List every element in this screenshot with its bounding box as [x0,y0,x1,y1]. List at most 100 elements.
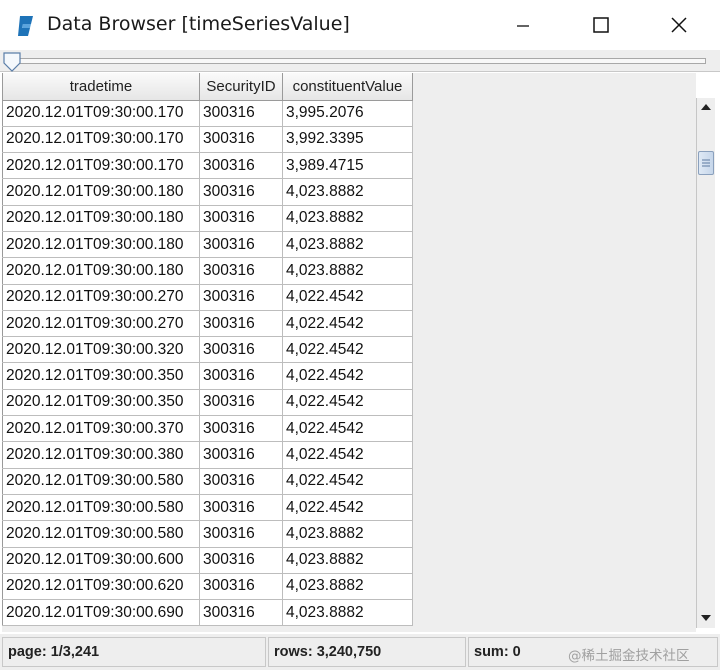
cell-tradetime[interactable]: 2020.12.01T09:30:00.180 [2,257,200,285]
cell-constituentvalue[interactable]: 4,022.4542 [282,468,413,495]
cell-securityid[interactable]: 300316 [199,231,283,259]
cell-tradetime[interactable]: 2020.12.01T09:30:00.380 [2,441,200,469]
cell-securityid[interactable]: 300316 [199,152,283,180]
cell-securityid[interactable]: 300316 [199,520,283,548]
title-bar[interactable]: Data Browser [timeSeriesValue] [0,0,720,50]
cell-securityid[interactable]: 300316 [199,310,283,338]
table-row[interactable]: 2020.12.01T09:30:00.690 300316 4,023.8882 [2,599,413,627]
cell-tradetime[interactable]: 2020.12.01T09:30:00.180 [2,178,200,206]
table-row[interactable]: 2020.12.01T09:30:00.270 300316 4,022.4542 [2,310,413,338]
table-row[interactable]: 2020.12.01T09:30:00.350 300316 4,022.4542 [2,362,413,390]
cell-tradetime[interactable]: 2020.12.01T09:30:00.180 [2,231,200,259]
cell-constituentvalue[interactable]: 4,022.4542 [282,336,413,364]
cell-constituentvalue[interactable]: 4,023.8882 [282,599,413,627]
cell-securityid[interactable]: 300316 [199,126,283,154]
table-row[interactable]: 2020.12.01T09:30:00.620 300316 4,023.8882 [2,573,413,601]
cell-constituentvalue[interactable]: 4,022.4542 [282,389,413,417]
cell-securityid[interactable]: 300316 [199,178,283,206]
cell-securityid[interactable]: 300316 [199,494,283,522]
cell-constituentvalue[interactable]: 4,023.8882 [282,231,413,259]
cell-securityid[interactable]: 300316 [199,415,283,443]
minimize-button[interactable] [493,0,553,50]
cell-constituentvalue[interactable]: 4,023.8882 [282,178,413,206]
table-row[interactable]: 2020.12.01T09:30:00.580 300316 4,022.4542 [2,494,413,522]
cell-securityid[interactable]: 300316 [199,599,283,627]
cell-securityid[interactable]: 300316 [199,573,283,601]
cell-constituentvalue[interactable]: 4,022.4542 [282,284,413,311]
cell-securityid[interactable]: 300316 [199,284,283,311]
cell-constituentvalue[interactable]: 3,995.2076 [282,100,413,127]
table-row[interactable]: 2020.12.01T09:30:00.600 300316 4,023.8882 [2,547,413,574]
cell-tradetime[interactable]: 2020.12.01T09:30:00.170 [2,152,200,180]
table-row[interactable]: 2020.12.01T09:30:00.170 300316 3,992.3395 [2,126,413,154]
scroll-down-button[interactable] [697,609,715,627]
data-table-area: tradetime SecurityID constituentValue 20… [2,73,696,632]
table-header-row: tradetime SecurityID constituentValue [2,73,413,101]
cell-constituentvalue[interactable]: 4,023.8882 [282,205,413,232]
slider-thumb[interactable] [3,52,21,72]
table-row[interactable]: 2020.12.01T09:30:00.320 300316 4,022.4542 [2,336,413,364]
table-row[interactable]: 2020.12.01T09:30:00.180 300316 4,023.8882 [2,178,413,206]
cell-securityid[interactable]: 300316 [199,468,283,495]
cell-constituentvalue[interactable]: 3,992.3395 [282,126,413,154]
cell-tradetime[interactable]: 2020.12.01T09:30:00.170 [2,126,200,154]
slider-track[interactable] [4,58,706,64]
cell-tradetime[interactable]: 2020.12.01T09:30:00.350 [2,362,200,390]
cell-securityid[interactable]: 300316 [199,441,283,469]
close-button[interactable] [649,0,709,50]
watermark: @稀土掘金技术社区 [568,648,690,664]
table-row[interactable]: 2020.12.01T09:30:00.350 300316 4,022.4542 [2,389,413,417]
cell-tradetime[interactable]: 2020.12.01T09:30:00.170 [2,100,200,127]
cell-tradetime[interactable]: 2020.12.01T09:30:00.580 [2,494,200,522]
table-row[interactable]: 2020.12.01T09:30:00.270 300316 4,022.4542 [2,284,413,311]
cell-tradetime[interactable]: 2020.12.01T09:30:00.580 [2,520,200,548]
table-row[interactable]: 2020.12.01T09:30:00.180 300316 4,023.8882 [2,231,413,259]
cell-constituentvalue[interactable]: 3,989.4715 [282,152,413,180]
cell-tradetime[interactable]: 2020.12.01T09:30:00.180 [2,205,200,232]
cell-securityid[interactable]: 300316 [199,389,283,417]
status-page: page: 1/3,241 [2,637,266,667]
cell-constituentvalue[interactable]: 4,022.4542 [282,362,413,390]
cell-constituentvalue[interactable]: 4,022.4542 [282,441,413,469]
window-title: Data Browser [timeSeriesValue] [47,13,350,35]
cell-securityid[interactable]: 300316 [199,336,283,364]
table-row[interactable]: 2020.12.01T09:30:00.380 300316 4,022.4542 [2,441,413,469]
column-header-constituentvalue[interactable]: constituentValue [282,73,413,101]
column-header-tradetime[interactable]: tradetime [2,73,200,101]
cell-securityid[interactable]: 300316 [199,362,283,390]
app-logo-icon [18,16,33,36]
table-row[interactable]: 2020.12.01T09:30:00.170 300316 3,989.4715 [2,152,413,180]
table-row[interactable]: 2020.12.01T09:30:00.170 300316 3,995.2076 [2,100,413,127]
cell-tradetime[interactable]: 2020.12.01T09:30:00.690 [2,599,200,627]
scroll-thumb[interactable] [698,151,714,175]
cell-tradetime[interactable]: 2020.12.01T09:30:00.320 [2,336,200,364]
cell-constituentvalue[interactable]: 4,022.4542 [282,494,413,522]
cell-constituentvalue[interactable]: 4,023.8882 [282,257,413,285]
cell-tradetime[interactable]: 2020.12.01T09:30:00.350 [2,389,200,417]
cell-constituentvalue[interactable]: 4,022.4542 [282,310,413,338]
cell-constituentvalue[interactable]: 4,023.8882 [282,573,413,601]
table-row[interactable]: 2020.12.01T09:30:00.580 300316 4,023.8882 [2,520,413,548]
table-row[interactable]: 2020.12.01T09:30:00.180 300316 4,023.8882 [2,205,413,232]
cell-constituentvalue[interactable]: 4,022.4542 [282,415,413,443]
column-header-securityid[interactable]: SecurityID [199,73,283,101]
cell-constituentvalue[interactable]: 4,023.8882 [282,520,413,548]
cell-securityid[interactable]: 300316 [199,547,283,574]
cell-tradetime[interactable]: 2020.12.01T09:30:00.270 [2,310,200,338]
page-slider[interactable] [0,50,720,72]
table-row[interactable]: 2020.12.01T09:30:00.580 300316 4,022.4542 [2,468,413,495]
cell-tradetime[interactable]: 2020.12.01T09:30:00.600 [2,547,200,574]
cell-tradetime[interactable]: 2020.12.01T09:30:00.270 [2,284,200,311]
cell-tradetime[interactable]: 2020.12.01T09:30:00.370 [2,415,200,443]
cell-tradetime[interactable]: 2020.12.01T09:30:00.580 [2,468,200,495]
cell-securityid[interactable]: 300316 [199,205,283,232]
cell-securityid[interactable]: 300316 [199,257,283,285]
cell-securityid[interactable]: 300316 [199,100,283,127]
vertical-scrollbar[interactable] [696,98,715,628]
table-row[interactable]: 2020.12.01T09:30:00.180 300316 4,023.8882 [2,257,413,285]
scroll-up-button[interactable] [697,98,715,116]
cell-constituentvalue[interactable]: 4,023.8882 [282,547,413,574]
table-row[interactable]: 2020.12.01T09:30:00.370 300316 4,022.4542 [2,415,413,443]
maximize-button[interactable] [571,0,631,50]
cell-tradetime[interactable]: 2020.12.01T09:30:00.620 [2,573,200,601]
